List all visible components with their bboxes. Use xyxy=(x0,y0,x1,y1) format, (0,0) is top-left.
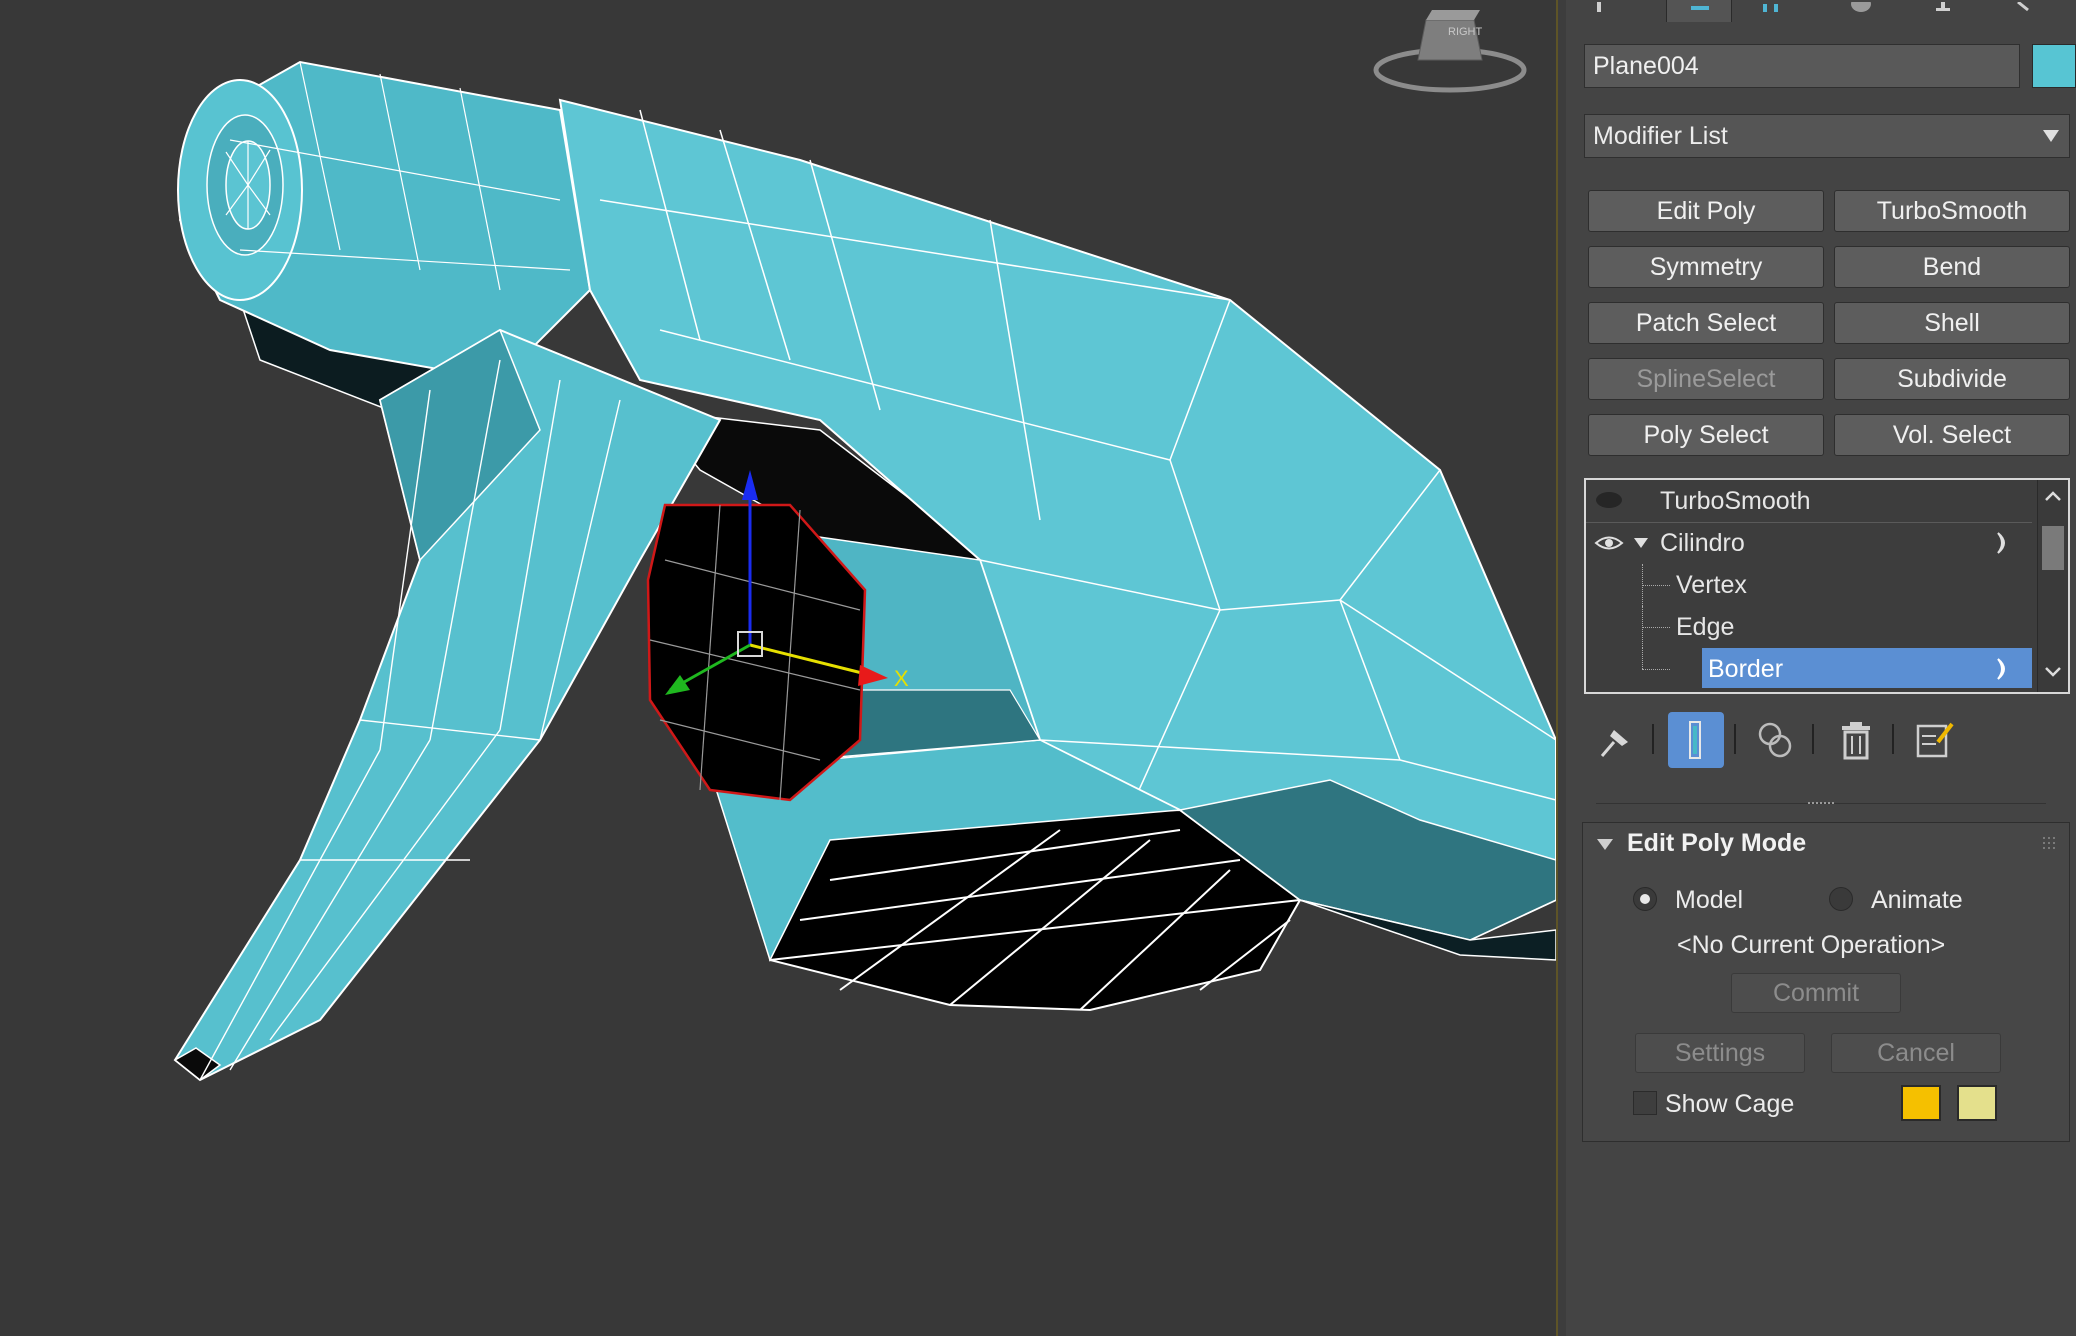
modifier-stack[interactable]: TurboSmooth Cilindro Vertex Edge Border xyxy=(1584,478,2070,694)
modify-icon xyxy=(1691,6,1709,10)
command-panel-tabs xyxy=(1566,0,2076,22)
stack-item-cilindro[interactable]: Cilindro xyxy=(1586,522,2032,564)
show-end-result-indicator-icon xyxy=(1997,658,2005,680)
commit-button[interactable]: Commit xyxy=(1731,973,1901,1013)
show-end-result-icon[interactable] xyxy=(1668,712,1724,768)
edit-poly-button[interactable]: Edit Poly xyxy=(1588,190,1824,232)
turbosmooth-button[interactable]: TurboSmooth xyxy=(1834,190,2070,232)
toolbar-separator xyxy=(1652,724,1654,754)
create-icon xyxy=(1597,2,1601,12)
tree-line xyxy=(1642,627,1670,628)
animate-label: Animate xyxy=(1871,886,1963,914)
shell-button[interactable]: Shell xyxy=(1834,302,2070,344)
bend-button[interactable]: Bend xyxy=(1834,246,2070,288)
make-unique-icon[interactable] xyxy=(1748,712,1804,768)
settings-button[interactable]: Settings xyxy=(1635,1033,1805,1073)
tab-modify[interactable] xyxy=(1666,0,1732,22)
tab-display[interactable] xyxy=(1910,0,1974,22)
pin-stack-icon[interactable] xyxy=(1588,712,1644,768)
scrollbar-thumb[interactable] xyxy=(2042,526,2064,570)
modifier-list-label: Modifier List xyxy=(1593,122,1728,150)
stack-toolbar xyxy=(1566,706,2076,768)
tree-line xyxy=(1642,585,1670,586)
dropdown-arrow-icon xyxy=(2043,130,2059,142)
scroll-down-icon[interactable] xyxy=(2044,666,2062,678)
animate-radio[interactable] xyxy=(1829,887,1853,911)
stack-item-vertex[interactable]: Vertex xyxy=(1586,564,2032,606)
spray-bottle-mesh[interactable]: X xyxy=(0,0,1556,1336)
model-label: Model xyxy=(1675,886,1744,914)
gizmo-x-label: X xyxy=(894,666,909,691)
viewport-border xyxy=(1556,0,1566,1336)
expand-triangle-icon[interactable] xyxy=(1634,538,1648,548)
tab-hierarchy[interactable] xyxy=(1738,0,1802,22)
vol-select-button[interactable]: Vol. Select xyxy=(1834,414,2070,456)
show-end-result-indicator-icon xyxy=(1997,532,2005,554)
stack-item-label: Edge xyxy=(1676,613,1735,641)
toolbar-separator xyxy=(1812,724,1814,754)
stack-item-border[interactable]: Border xyxy=(1586,648,2032,690)
stack-item-label: Vertex xyxy=(1676,571,1747,599)
hierarchy-icon xyxy=(1763,4,1778,12)
model-radio[interactable] xyxy=(1633,887,1657,911)
viewcube[interactable]: RIGHT xyxy=(1370,0,1530,100)
configure-modifier-sets-icon[interactable] xyxy=(1906,712,1962,768)
motion-icon xyxy=(1851,2,1871,12)
stack-item-label: TurboSmooth xyxy=(1660,487,1811,515)
edit-poly-mode-rollout: Edit Poly Mode Model Animate <No Current… xyxy=(1582,822,2070,1142)
show-cage-checkbox[interactable] xyxy=(1633,1091,1657,1115)
modifier-list-dropdown[interactable]: Modifier List xyxy=(1584,114,2070,158)
command-panel: Plane004 Modifier List Edit Poly TurboSm… xyxy=(1566,0,2076,1336)
stack-item-turbosmooth[interactable]: TurboSmooth xyxy=(1586,480,2032,523)
cancel-button[interactable]: Cancel xyxy=(1831,1033,2001,1073)
collapse-triangle-icon[interactable] xyxy=(1597,839,1613,850)
rollout-title[interactable]: Edit Poly Mode xyxy=(1627,829,1806,858)
scroll-up-icon[interactable] xyxy=(2044,490,2062,502)
remove-modifier-icon[interactable] xyxy=(1828,712,1884,768)
perspective-viewport[interactable]: X RIGHT xyxy=(0,0,1556,1336)
subdivide-button[interactable]: Subdivide xyxy=(1834,358,2070,400)
toolbar-separator xyxy=(1734,724,1736,754)
viewcube-face-label: RIGHT xyxy=(1448,26,1483,38)
eye-icon[interactable] xyxy=(1594,532,1624,554)
tree-line xyxy=(1642,648,1644,669)
stack-item-edge[interactable]: Edge xyxy=(1586,606,2032,648)
poly-select-button[interactable]: Poly Select xyxy=(1588,414,1824,456)
show-cage-label: Show Cage xyxy=(1665,1090,1795,1118)
toolbar-separator xyxy=(1892,724,1894,754)
patch-select-button[interactable]: Patch Select xyxy=(1588,302,1824,344)
cage-selected-color-swatch[interactable] xyxy=(1957,1085,1997,1121)
stack-item-label: Cilindro xyxy=(1660,529,1745,557)
stack-scrollbar[interactable] xyxy=(2037,480,2068,692)
display-icon xyxy=(1936,2,1950,11)
stack-item-label: Border xyxy=(1708,655,1784,683)
object-color-swatch[interactable] xyxy=(2032,44,2076,88)
tab-create[interactable] xyxy=(1566,0,1630,22)
tab-motion[interactable] xyxy=(1828,0,1892,22)
resize-grip-icon[interactable] xyxy=(1808,800,1836,808)
cage-color-swatch[interactable] xyxy=(1901,1085,1941,1121)
object-name-field[interactable]: Plane004 xyxy=(1584,44,2020,88)
symmetry-button[interactable]: Symmetry xyxy=(1588,246,1824,288)
eye-off-icon[interactable] xyxy=(1594,488,1624,512)
tab-utilities[interactable] xyxy=(1990,0,2054,22)
tree-line xyxy=(1642,669,1670,670)
splineselect-button[interactable]: SplineSelect xyxy=(1588,358,1824,400)
rollout-drag-handle-icon[interactable] xyxy=(2043,837,2059,851)
utilities-icon xyxy=(2017,2,2029,12)
current-operation-text: <No Current Operation> xyxy=(1677,931,1946,959)
